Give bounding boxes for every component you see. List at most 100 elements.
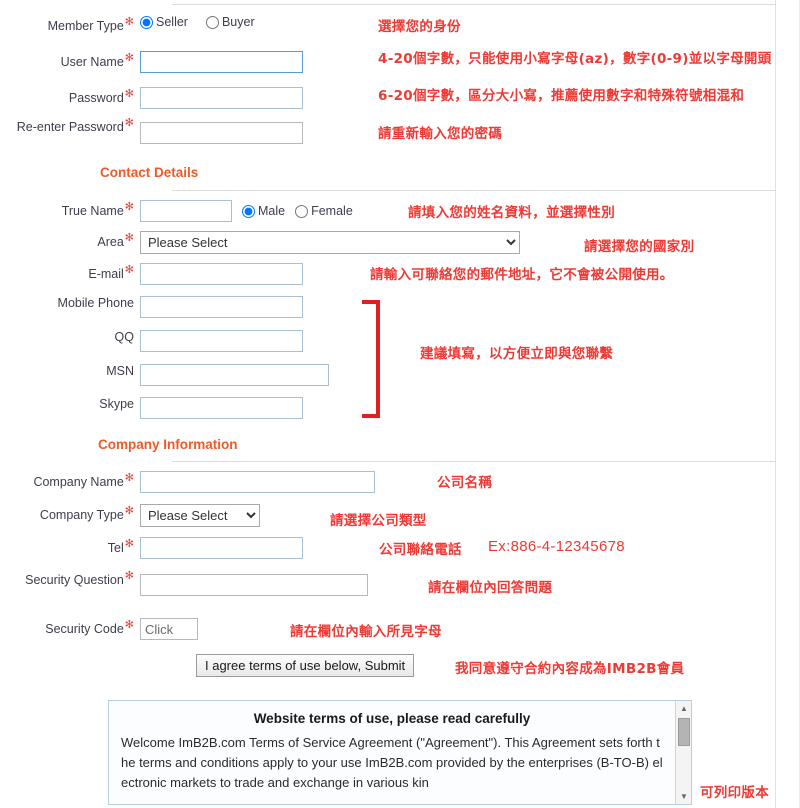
scroll-up-icon[interactable]: ▲ — [676, 701, 691, 716]
note-email: 請輸入可聯絡您的郵件地址，它不會被公開使用。 — [370, 267, 674, 283]
row-security-code: Security Code✻ — [0, 618, 198, 640]
contact-divider — [172, 190, 776, 191]
radio-seller-input[interactable] — [140, 16, 153, 30]
tel-input[interactable] — [140, 537, 303, 559]
note-company-type: 請選擇公司類型 — [330, 513, 427, 529]
note-tel: 公司聯絡電話 — [379, 542, 462, 558]
email-input[interactable] — [140, 263, 303, 285]
radio-female[interactable]: Female — [295, 203, 353, 219]
note-member-type: 選擇您的身份 — [378, 19, 461, 35]
required-asterisk: ✻ — [124, 264, 134, 276]
radio-male[interactable]: Male — [242, 203, 286, 219]
required-asterisk: ✻ — [124, 201, 134, 213]
submit-button[interactable]: I agree terms of use below, Submit — [196, 654, 415, 677]
required-asterisk: ✻ — [124, 16, 134, 28]
qq-input[interactable] — [140, 330, 303, 352]
label-msn: MSN — [106, 364, 134, 378]
msn-input[interactable] — [140, 364, 329, 386]
label-password: Password✻ — [68, 88, 134, 106]
label-re-password: Re-enter Password✻ — [16, 117, 134, 135]
radio-female-label: Female — [311, 203, 353, 218]
note-re-password: 請重新輸入您的密碼 — [378, 126, 503, 142]
required-asterisk: ✻ — [124, 505, 134, 517]
security-code-input[interactable] — [140, 618, 198, 640]
radio-male-label: Male — [258, 203, 286, 218]
row-msn: MSN — [0, 364, 329, 386]
skype-input[interactable] — [140, 397, 303, 419]
page-right-border — [775, 0, 776, 808]
password-input[interactable] — [140, 87, 303, 109]
required-asterisk: ✻ — [124, 570, 134, 582]
gender-radio-group[interactable]: Male Female — [242, 203, 367, 219]
re-password-input[interactable] — [140, 122, 303, 144]
note-print-version: 可列印版本 — [700, 785, 769, 801]
label-skype: Skype — [99, 397, 134, 411]
label-qq: QQ — [114, 330, 134, 344]
terms-title: Website terms of use, please read carefu… — [253, 711, 531, 726]
true-name-input[interactable] — [140, 200, 232, 222]
row-skype: Skype — [0, 397, 303, 419]
label-company-type: Company Type✻ — [39, 505, 134, 523]
required-asterisk: ✻ — [124, 619, 134, 631]
radio-buyer[interactable]: Buyer — [205, 15, 255, 30]
note-security-code: 請在欄位內輸入所見字母 — [290, 624, 442, 640]
terms-of-use-box[interactable]: Website terms of use, please read carefu… — [108, 700, 692, 805]
row-member-type: Member Type✻ Seller Buyer — [0, 15, 400, 34]
required-asterisk: ✻ — [124, 88, 134, 100]
row-qq: QQ — [0, 330, 303, 352]
user-name-input[interactable] — [140, 51, 303, 73]
scroll-down-icon[interactable]: ▼ — [676, 789, 691, 804]
terms-scrollbar[interactable]: ▲ ▼ — [675, 701, 691, 804]
required-asterisk: ✻ — [124, 472, 134, 484]
radio-male-input[interactable] — [242, 205, 255, 219]
terms-content: Website terms of use, please read carefu… — [109, 701, 675, 804]
company-name-input[interactable] — [140, 471, 375, 493]
area-select[interactable]: Please Select — [140, 231, 520, 254]
label-area: Area✻ — [97, 232, 134, 250]
label-security-code: Security Code✻ — [45, 619, 134, 637]
company-divider — [172, 461, 776, 462]
required-asterisk: ✻ — [124, 52, 134, 64]
row-user-name: User Name✻ — [0, 51, 303, 73]
required-asterisk: ✻ — [124, 538, 134, 550]
note-area: 請選擇您的國家別 — [584, 239, 695, 255]
label-user-name: User Name✻ — [60, 52, 134, 70]
section-heading-company: Company Information — [98, 437, 238, 452]
note-company-name: 公司名稱 — [437, 475, 493, 491]
radio-buyer-input[interactable] — [205, 16, 219, 30]
row-mobile-phone: Mobile Phone — [0, 296, 303, 318]
label-email: E-mail✻ — [88, 264, 134, 282]
row-company-type: Company Type✻ Please Select — [0, 504, 260, 527]
note-tel-example: Ex:886-4-12345678 — [488, 538, 625, 555]
label-mobile-phone: Mobile Phone — [57, 296, 134, 310]
radio-female-input[interactable] — [295, 205, 309, 219]
row-tel: Tel✻ — [0, 537, 303, 559]
section-heading-contact: Contact Details — [100, 165, 199, 180]
company-type-select[interactable]: Please Select — [140, 504, 260, 527]
radio-seller[interactable]: Seller — [140, 15, 188, 30]
radio-buyer-label: Buyer — [221, 15, 255, 29]
row-true-name: True Name✻ Male Female — [0, 200, 367, 222]
row-security-question: Security Question✻ — [0, 569, 368, 596]
radio-seller-label: Seller — [156, 15, 188, 29]
note-true-name: 請填入您的姓名資料，並選擇性別 — [408, 205, 615, 221]
label-tel: Tel✻ — [107, 538, 134, 556]
note-security-question: 請在欄位內回答問題 — [428, 580, 553, 596]
note-contact-group: 建議填寫，以方便立即與您聯繫 — [420, 346, 614, 362]
label-true-name: True Name✻ — [61, 201, 134, 219]
row-re-password: Re-enter Password✻ — [0, 115, 303, 144]
mobile-phone-input[interactable] — [140, 296, 303, 318]
security-question-input[interactable] — [140, 574, 368, 596]
note-password: 6-20個字數，區分大小寫，推薦使用數字和特殊符號相混和 — [378, 88, 745, 104]
row-email: E-mail✻ — [0, 263, 303, 285]
required-asterisk: ✻ — [124, 117, 134, 129]
note-submit: 我同意遵守合約內容成為IMB2B會員 — [455, 661, 685, 677]
scrollbar-thumb[interactable] — [678, 718, 690, 746]
registration-page: Member Type✻ Seller Buyer 選擇您的身份 User Na… — [0, 0, 800, 808]
label-member-type: Member Type✻ — [47, 16, 134, 34]
label-security-question: Security Question✻ — [25, 570, 134, 588]
member-type-radio-group[interactable]: Seller Buyer — [140, 15, 400, 30]
contact-group-bracket — [362, 300, 380, 418]
terms-body: Welcome ImB2B.com Terms of Service Agree… — [121, 735, 663, 790]
top-divider — [172, 4, 776, 5]
